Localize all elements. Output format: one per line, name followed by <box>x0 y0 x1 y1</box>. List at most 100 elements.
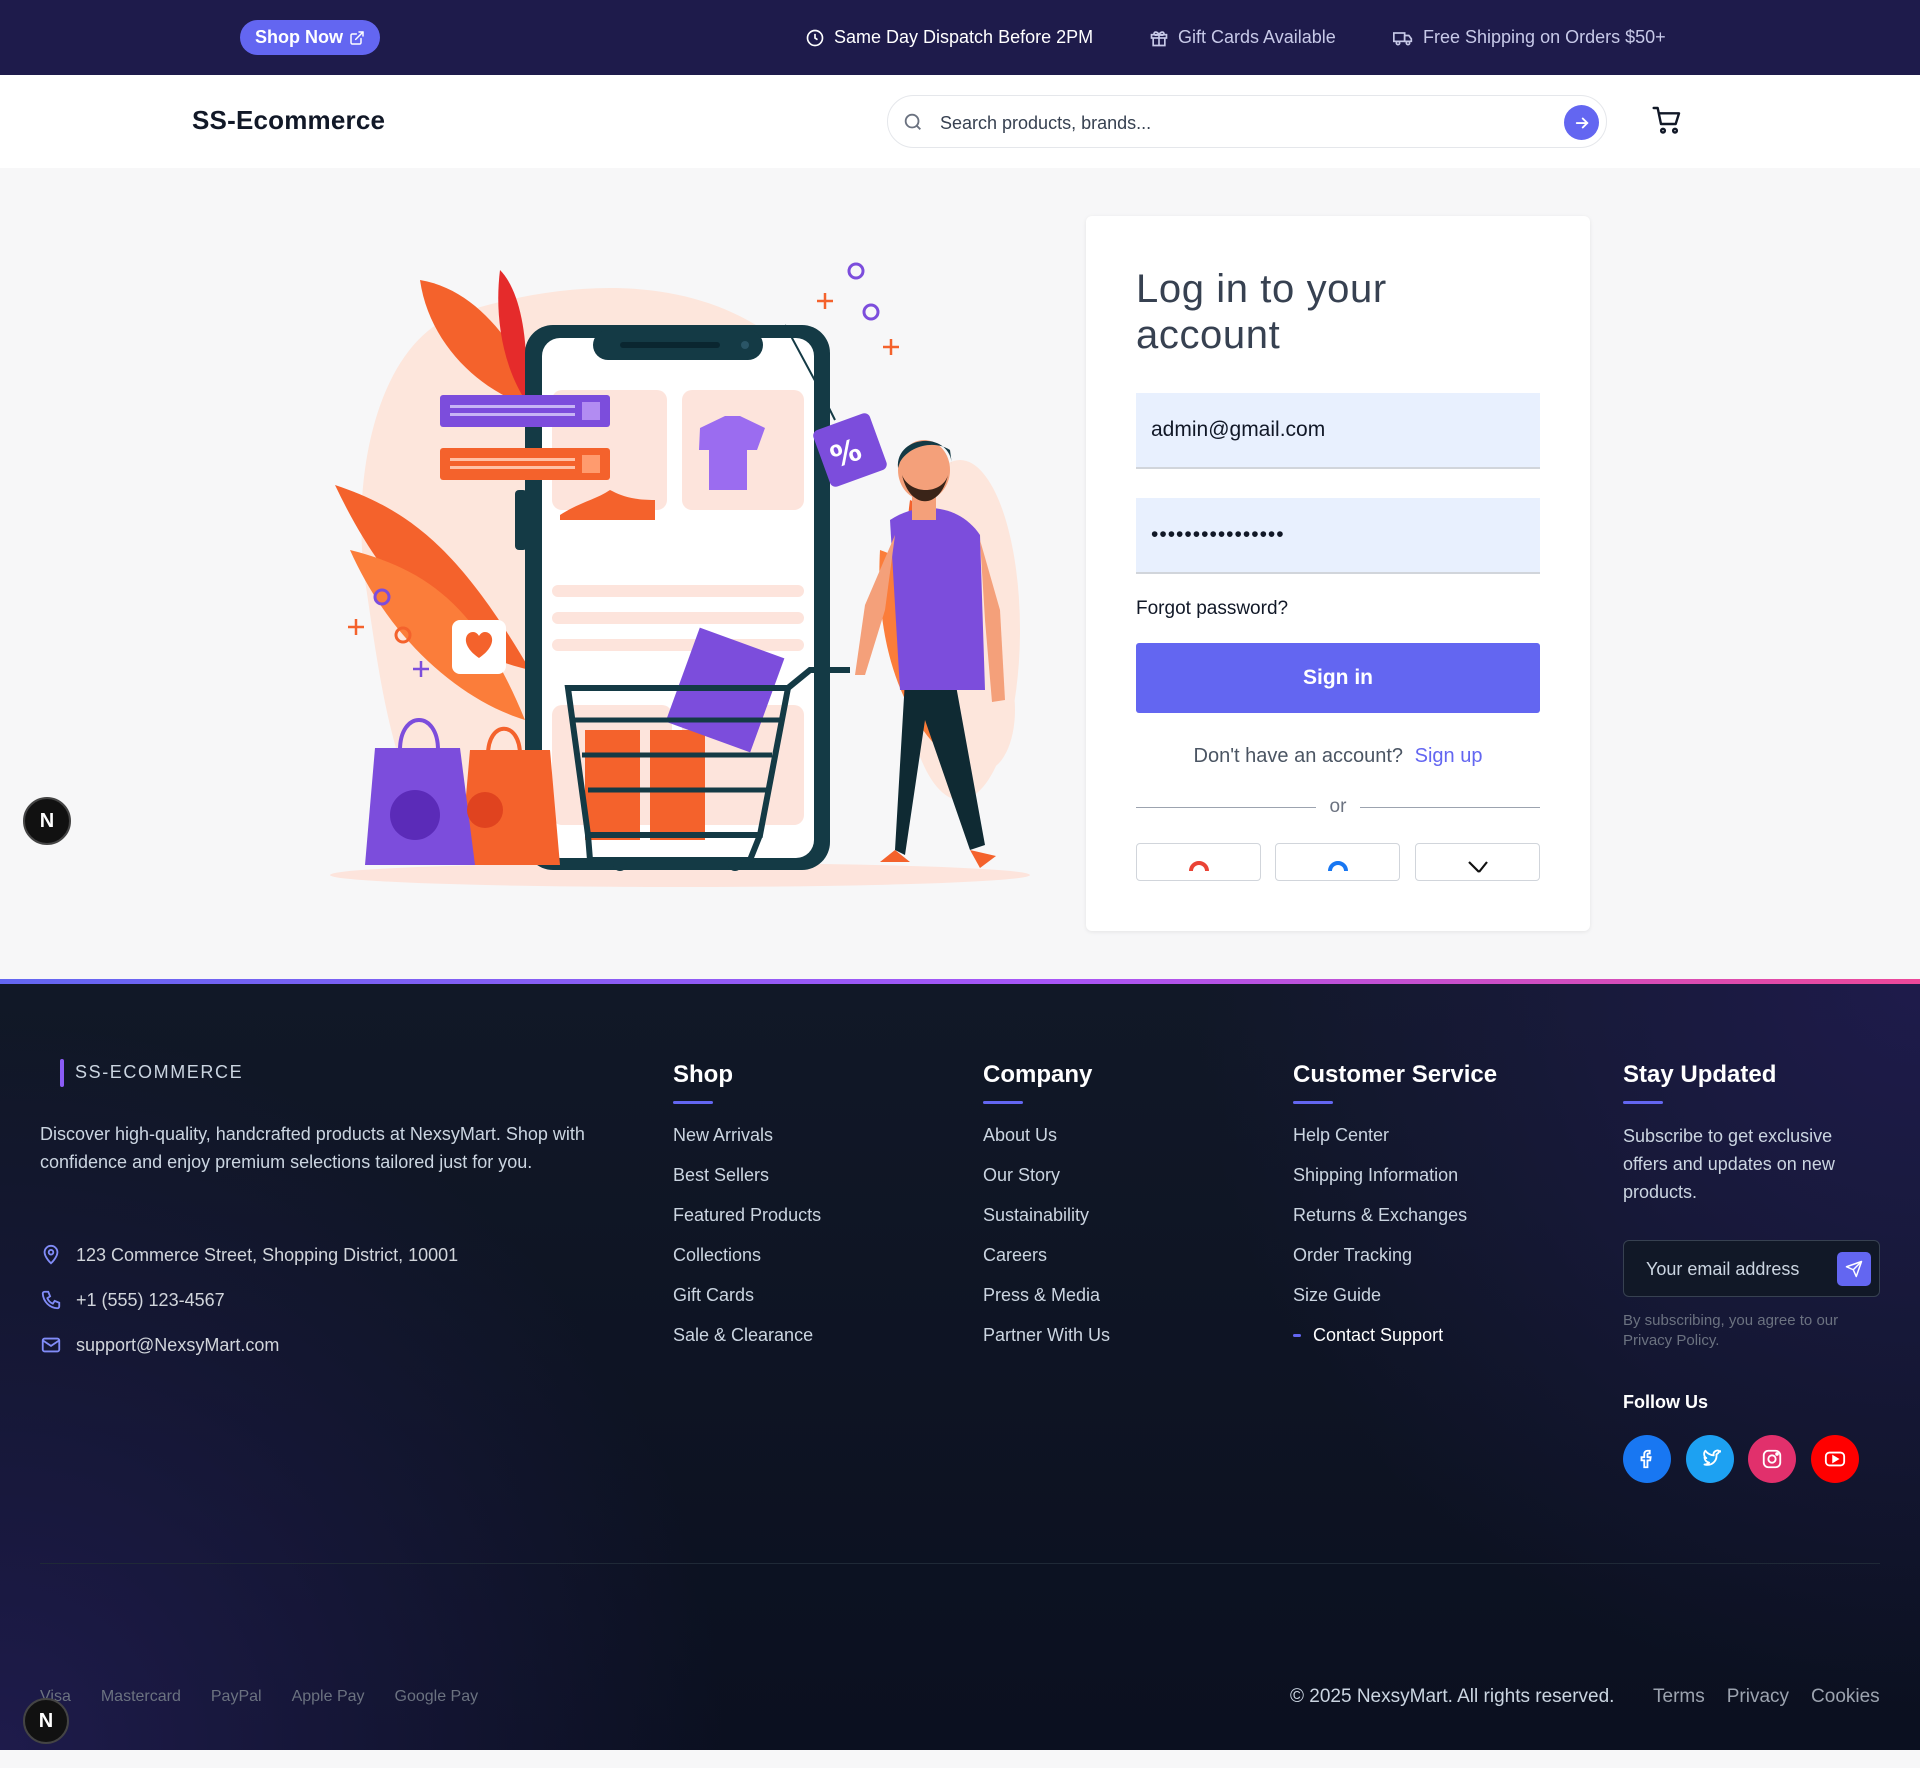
gift-text: Gift Cards Available <box>1178 27 1336 47</box>
footer-link-gift-cards[interactable]: Gift Cards <box>673 1282 821 1322</box>
shop-column-title: Shop <box>673 1061 733 1088</box>
dev-tools-badge[interactable]: N <box>23 797 71 845</box>
google-icon <box>1188 860 1210 880</box>
youtube-social-button[interactable] <box>1811 1435 1859 1483</box>
signup-prompt: Don't have an account? Sign up <box>1086 745 1590 768</box>
search-submit-button[interactable] <box>1564 105 1599 140</box>
company-title-underline <box>983 1101 1023 1104</box>
footer-link-new-arrivals[interactable]: New Arrivals <box>673 1122 821 1162</box>
x-login-button[interactable] <box>1415 843 1540 881</box>
footer-description: Discover high-quality, handcrafted produ… <box>40 1124 585 1172</box>
site-logo[interactable]: SS-Ecommerce <box>192 105 385 136</box>
sign-in-button[interactable]: Sign in <box>1136 643 1540 713</box>
external-link-icon <box>349 30 365 46</box>
send-icon <box>1845 1260 1863 1278</box>
service-column-title: Customer Service <box>1293 1061 1498 1088</box>
search-icon <box>902 111 924 133</box>
no-account-text: Don't have an account? <box>1193 745 1404 767</box>
follow-us-label: Follow Us <box>1623 1392 1708 1412</box>
cookies-link[interactable]: Cookies <box>1811 1686 1880 1708</box>
footer-link-sale-clearance[interactable]: Sale & Clearance <box>673 1322 821 1362</box>
cart-button[interactable] <box>1651 104 1683 136</box>
contact-email[interactable]: support@NexsyMart.com <box>40 1334 279 1356</box>
gift-icon <box>1149 28 1169 48</box>
phone-text: +1 (555) 123-4567 <box>76 1289 225 1310</box>
email-field[interactable] <box>1136 393 1540 469</box>
company-column-title: Company <box>983 1061 1093 1088</box>
x-icon <box>1467 860 1489 880</box>
site-header: SS-Ecommerce <box>0 75 1920 168</box>
password-field[interactable] <box>1136 498 1540 574</box>
footer-link-shipping-info[interactable]: Shipping Information <box>1293 1162 1467 1202</box>
footer-link-partner[interactable]: Partner With Us <box>983 1322 1110 1362</box>
truck-icon <box>1392 28 1414 48</box>
legal-links: Terms Privacy Cookies <box>1653 1686 1880 1708</box>
login-title: Log in to your account <box>1136 267 1387 357</box>
stay-title-underline <box>1623 1101 1663 1104</box>
footer-link-contact-support[interactable]: Contact Support <box>1293 1322 1467 1362</box>
footer-brand: SS-ECOMMERCE <box>75 1062 244 1082</box>
footer-link-order-tracking[interactable]: Order Tracking <box>1293 1242 1467 1282</box>
contact-phone[interactable]: +1 (555) 123-4567 <box>40 1289 225 1311</box>
footer-link-size-guide[interactable]: Size Guide <box>1293 1282 1467 1322</box>
footer-link-our-story[interactable]: Our Story <box>983 1162 1110 1202</box>
twitter-icon <box>1699 1448 1721 1470</box>
twitter-social-button[interactable] <box>1686 1435 1734 1483</box>
search-input[interactable] <box>938 108 1518 138</box>
footer-link-returns[interactable]: Returns & Exchanges <box>1293 1202 1467 1242</box>
phone-icon <box>40 1289 62 1311</box>
badge-letter: N <box>39 809 55 832</box>
shop-now-button[interactable]: Shop Now <box>240 20 380 55</box>
footer-link-collections[interactable]: Collections <box>673 1242 821 1282</box>
email-text: support@NexsyMart.com <box>76 1334 280 1355</box>
youtube-icon <box>1824 1448 1846 1470</box>
dev-tools-badge-bottom[interactable]: N <box>23 1698 69 1744</box>
copyright-text: © 2025 NexsyMart. All rights reserved. <box>1290 1686 1615 1707</box>
newsletter-note: By subscribing, you agree to our Privacy… <box>1623 1312 1839 1349</box>
footer-divider <box>40 1563 1880 1564</box>
site-footer: SS-ECOMMERCE Discover high-quality, hand… <box>0 979 1920 1750</box>
payment-methods: Visa Mastercard PayPal Apple Pay Google … <box>40 1688 478 1706</box>
facebook-icon <box>1636 1448 1658 1470</box>
clock-icon <box>805 28 825 48</box>
sign-up-link[interactable]: Sign up <box>1415 745 1483 767</box>
forgot-password-link[interactable]: Forgot password? <box>1136 598 1288 620</box>
map-pin-icon <box>40 1244 62 1266</box>
footer-link-about-us[interactable]: About Us <box>983 1122 1110 1162</box>
service-title-underline <box>1293 1101 1333 1104</box>
dispatch-info: Same Day Dispatch Before 2PM <box>805 0 1093 75</box>
instagram-social-button[interactable] <box>1748 1435 1796 1483</box>
shopping-illustration: % <box>320 250 1040 895</box>
privacy-link[interactable]: Privacy <box>1727 1686 1789 1708</box>
footer-link-featured-products[interactable]: Featured Products <box>673 1202 821 1242</box>
shop-title-underline <box>673 1101 713 1104</box>
cart-icon <box>1651 104 1683 136</box>
facebook-social-button[interactable] <box>1623 1435 1671 1483</box>
payment-google-pay: Google Pay <box>394 1688 479 1705</box>
terms-link[interactable]: Terms <box>1653 1686 1705 1708</box>
footer-link-careers[interactable]: Careers <box>983 1242 1110 1282</box>
address-text: 123 Commerce Street, Shopping District, … <box>76 1244 459 1265</box>
announcement-bar: Shop Now Same Day Dispatch Before 2PM Gi… <box>0 0 1920 75</box>
brand-accent-bar <box>60 1059 64 1087</box>
google-login-button[interactable] <box>1136 843 1261 881</box>
footer-link-best-sellers[interactable]: Best Sellers <box>673 1162 821 1202</box>
search-bar <box>887 95 1607 148</box>
newsletter-email-input[interactable] <box>1644 1255 1834 1283</box>
newsletter-form <box>1623 1240 1880 1297</box>
shipping-info: Free Shipping on Orders $50+ <box>1392 0 1666 75</box>
footer-link-sustainability[interactable]: Sustainability <box>983 1202 1110 1242</box>
facebook-login-button[interactable] <box>1275 843 1400 881</box>
shop-links: New Arrivals Best Sellers Featured Produ… <box>673 1122 821 1362</box>
footer-link-help-center[interactable]: Help Center <box>1293 1122 1467 1162</box>
shipping-text: Free Shipping on Orders $50+ <box>1423 27 1666 47</box>
facebook-icon <box>1327 860 1349 880</box>
login-card: Log in to your account Forgot password? … <box>1086 216 1590 931</box>
shop-now-label: Shop Now <box>255 27 343 47</box>
service-links: Help Center Shipping Information Returns… <box>1293 1122 1467 1362</box>
or-divider: or <box>1136 794 1540 820</box>
newsletter-submit-button[interactable] <box>1837 1252 1871 1286</box>
payment-apple-pay: Apple Pay <box>291 1688 365 1705</box>
footer-link-press-media[interactable]: Press & Media <box>983 1282 1110 1322</box>
footer-accent-line <box>0 979 1920 984</box>
